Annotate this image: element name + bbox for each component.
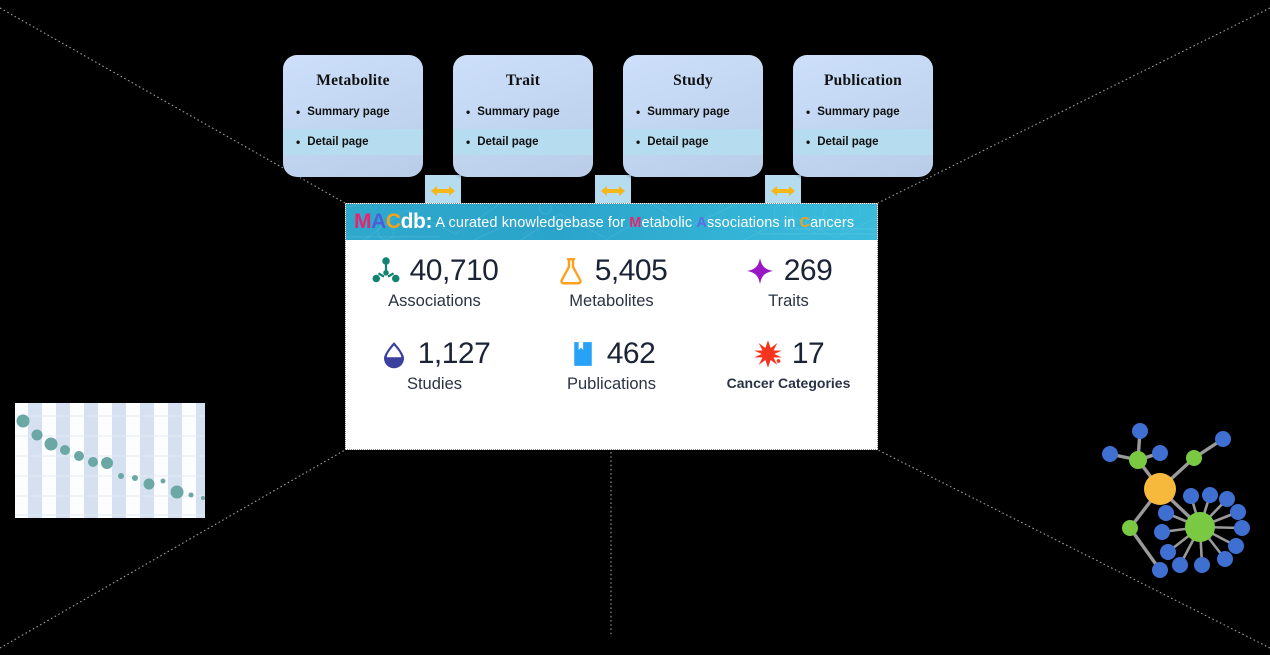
banner-highlight-a: A (696, 215, 707, 231)
stats-grid: 40,710 Associations 5,405 Metabolites 26… (346, 240, 877, 392)
stat-value: 269 (783, 254, 833, 287)
banner-mid-3: ancers (810, 215, 855, 231)
flow-card-row-label: Detail page (307, 136, 369, 148)
bullet-icon: • (636, 135, 641, 149)
flow-card-row-label: Summary page (647, 106, 730, 118)
site-banner: MACdb: A curated knowledgebase for Metab… (346, 204, 877, 240)
flow-card-row-summary[interactable]: • Summary page (793, 99, 933, 125)
logo-letter-a: A (371, 210, 386, 233)
banner-tail-1: A curated knowledgebase for (432, 215, 630, 231)
banner-mid-1: etabolic (641, 215, 697, 231)
flow-card-metabolite[interactable]: Metabolite • Summary page • Detail page (283, 55, 423, 177)
sparkle-icon (746, 257, 773, 285)
flow-card-group: Metabolite • Summary page • Detail page … (283, 50, 943, 207)
bullet-icon: • (806, 135, 811, 149)
stat-value-line: 462 (568, 336, 656, 370)
flow-card-publication[interactable]: Publication • Summary page • Detail page (793, 55, 933, 177)
logo-letter-c: C (385, 210, 401, 233)
flow-card-row-detail[interactable]: • Detail page (283, 129, 423, 155)
stat-traits: 269 Traits (700, 256, 877, 310)
stat-value-line: 269 (745, 256, 833, 286)
stat-label: Traits (768, 292, 809, 310)
stat-value: 40,710 (409, 254, 499, 287)
flow-card-row-label: Detail page (817, 136, 879, 148)
stat-value-line: 40,710 (371, 256, 499, 286)
flow-card-row-detail[interactable]: • Detail page (453, 129, 593, 155)
molecule-icon (372, 257, 400, 283)
flow-card-row-summary[interactable]: • Summary page (283, 99, 423, 125)
stat-value: 17 (791, 336, 825, 370)
stats-row-top: 40,710 Associations 5,405 Metabolites 26… (346, 256, 877, 310)
logo-text-db: db: (400, 210, 433, 233)
stat-value-line: 1,127 (379, 336, 491, 370)
droplet-icon (383, 341, 404, 368)
double-arrow-icon (771, 186, 795, 196)
bookmark-icon (573, 341, 592, 366)
flow-card-row-detail[interactable]: • Detail page (623, 129, 763, 155)
stat-label: Publications (567, 374, 656, 393)
flow-card-row-detail[interactable]: • Detail page (793, 129, 933, 155)
flow-card-study[interactable]: Study • Summary page • Detail page (623, 55, 763, 177)
flow-card-trait[interactable]: Trait • Summary page • Detail page (453, 55, 593, 177)
bullet-icon: • (636, 105, 641, 119)
stat-value: 1,127 (417, 336, 491, 370)
banner-title: MACdb: A curated knowledgebase for Metab… (346, 210, 854, 234)
macdb-panel: MACdb: A curated knowledgebase for Metab… (345, 203, 878, 450)
stat-label: Metabolites (569, 292, 654, 310)
bullet-icon: • (466, 135, 471, 149)
network-graph-thumbnail[interactable] (1090, 415, 1270, 580)
stat-value-line: 5,405 (556, 256, 668, 286)
banner-mid-2: ssociations in (706, 215, 800, 231)
logo-letter-m: M (354, 210, 372, 233)
bullet-icon: • (806, 105, 811, 119)
flow-card-row-label: Summary page (477, 106, 560, 118)
network-hub-node (1144, 473, 1176, 505)
flow-card-title: Publication (824, 72, 902, 89)
double-arrow-icon (431, 186, 455, 196)
bullet-icon: • (296, 105, 301, 119)
burst-icon (754, 339, 782, 368)
flow-card-title: Trait (505, 72, 541, 89)
stat-associations: 40,710 Associations (346, 256, 523, 310)
stat-label: Cancer Categories (726, 374, 851, 391)
flow-card-row-label: Summary page (817, 106, 900, 118)
stat-value-line: 17 (753, 336, 825, 370)
stat-value: 462 (606, 336, 656, 370)
flow-card-row-label: Summary page (307, 106, 390, 118)
bullet-icon: • (296, 135, 301, 149)
stat-metabolites: 5,405 Metabolites (523, 256, 700, 310)
stat-cancer-categories: 17 Cancer Categories (700, 336, 877, 393)
stat-value: 5,405 (594, 254, 668, 287)
bullet-icon: • (466, 105, 471, 119)
stats-row-bottom: 1,127 Studies 462 Publications 17 Cancer… (346, 336, 877, 393)
stat-studies: 1,127 Studies (346, 336, 523, 393)
banner-highlight-c: C (799, 215, 811, 231)
flow-card-row-summary[interactable]: • Summary page (623, 99, 763, 125)
stat-label: Studies (406, 374, 463, 393)
stat-publications: 462 Publications (523, 336, 700, 393)
flow-card-title: Study (673, 72, 713, 89)
flask-icon (560, 257, 582, 285)
dot-chart-thumbnail[interactable] (15, 403, 205, 518)
flow-card-row-summary[interactable]: • Summary page (453, 99, 593, 125)
double-arrow-icon (601, 186, 625, 196)
network-leaf-nodes (1102, 423, 1250, 578)
banner-highlight-m: M (629, 215, 642, 231)
stat-label: Associations (388, 292, 481, 310)
flow-card-row-label: Detail page (477, 136, 539, 148)
flow-card-row-label: Detail page (647, 136, 709, 148)
flow-card-title: Metabolite (316, 72, 390, 89)
